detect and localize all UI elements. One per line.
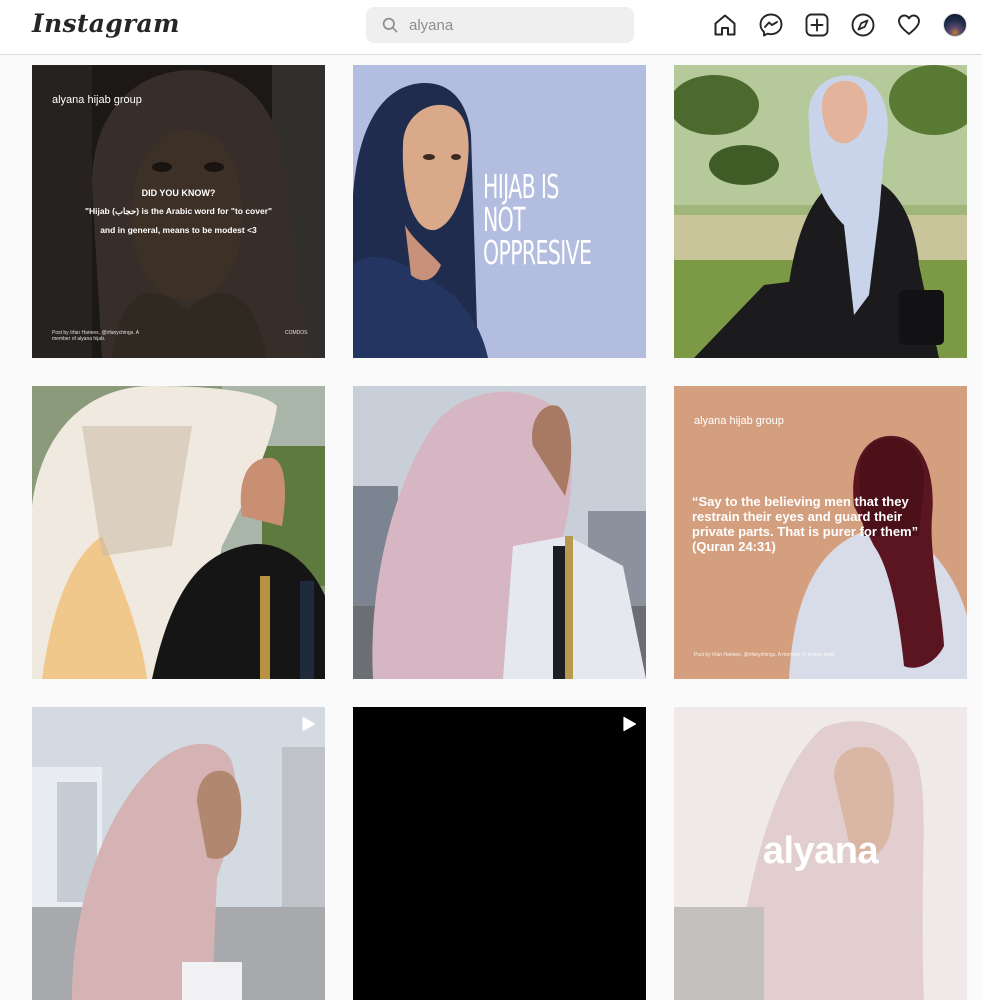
new-post-icon[interactable] — [804, 12, 830, 38]
post-quote: “Say to the believing men that they rest… — [692, 494, 919, 554]
activity-heart-icon[interactable] — [896, 12, 922, 38]
search-box[interactable] — [366, 7, 634, 43]
post-tile-alyana-wordmark[interactable]: alyana — [674, 707, 967, 1000]
post-image — [353, 386, 646, 679]
messenger-icon[interactable] — [758, 12, 784, 38]
post-image — [32, 386, 325, 679]
post-tag: COMDOS — [285, 330, 308, 336]
video-reel-icon — [302, 716, 316, 732]
home-icon[interactable] — [712, 12, 738, 38]
top-navigation-bar: Instagram — [0, 0, 982, 55]
post-tile-pink-hijab[interactable] — [353, 386, 646, 679]
post-question: DID YOU KNOW? — [141, 188, 216, 198]
post-image — [674, 65, 967, 358]
post-tile-video-black[interactable] — [353, 707, 646, 1000]
search-input[interactable] — [409, 7, 624, 43]
explore-icon[interactable] — [850, 12, 876, 38]
post-tile-did-you-know[interactable]: alyana hijab group DID YOU KNOW? "Hijab … — [32, 65, 325, 358]
post-tile-quran-quote[interactable]: alyana hijab group “Say to the believing… — [674, 386, 967, 679]
post-tile-park-portrait[interactable] — [674, 65, 967, 358]
profile-avatar[interactable] — [943, 13, 967, 37]
post-headline: HIJAB IS NOT OPPRESIVE — [483, 167, 592, 272]
post-text-line: and in general, means to be modest <3 — [100, 225, 257, 235]
alyana-wordmark: alyana — [762, 830, 879, 872]
post-tile-video-pink-hijab[interactable] — [32, 707, 325, 1000]
instagram-logo[interactable]: Instagram — [32, 9, 180, 38]
video-reel-icon — [623, 716, 637, 732]
post-credit: Post by Irfan Hariees, @irfanychings. A … — [694, 652, 836, 658]
search-icon — [382, 17, 398, 33]
post-brand-label: alyana hijab group — [694, 415, 784, 427]
post-video-thumbnail — [32, 707, 325, 1000]
post-tile-hijab-not-oppresive[interactable]: HIJAB IS NOT OPPRESIVE — [353, 65, 646, 358]
post-brand-label: alyana hijab group — [52, 94, 142, 106]
nav-icons — [712, 12, 967, 38]
post-text-line: "Hijab (حجاب) is the Arabic word for "to… — [84, 206, 273, 216]
post-credit: Post by Irfan Hariees, @irfanychings. A … — [52, 330, 139, 342]
post-tile-patterned-scarf[interactable] — [32, 386, 325, 679]
